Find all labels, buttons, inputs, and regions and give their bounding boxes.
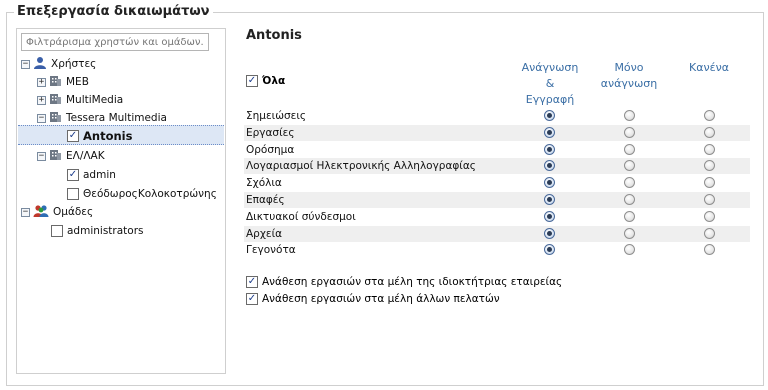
radio-none[interactable] xyxy=(704,210,715,222)
permission-label: Επαφές xyxy=(246,194,285,206)
expand-icon[interactable]: + xyxy=(37,77,46,87)
permission-label: Ορόσημα xyxy=(246,143,295,156)
permission-label: Δικτυακοί σύνδεσμοι xyxy=(246,210,356,223)
permission-row: Δικτυακοί σύνδεσμοι xyxy=(244,209,750,225)
collapse-icon[interactable]: − xyxy=(21,59,30,69)
group-checkbox[interactable] xyxy=(51,225,63,237)
user-label: ΘεόδωροςΚολοκοτρώνης xyxy=(83,188,217,200)
radio-readonly[interactable] xyxy=(624,227,635,239)
radio-none[interactable] xyxy=(704,160,715,172)
tree-node-administrators[interactable]: administrators xyxy=(51,222,143,240)
users-label: Χρήστες xyxy=(51,58,97,70)
user-tree-panel: − Χρήστες + MEB + MultiMedia − Tessera M… xyxy=(16,28,226,374)
org-label: Tessera Multimedia xyxy=(66,112,167,124)
permission-label: Εργασίες xyxy=(246,126,295,139)
radio-none[interactable] xyxy=(704,126,715,138)
radio-readonly[interactable] xyxy=(624,244,635,256)
expand-icon[interactable]: + xyxy=(37,95,46,105)
radio-readwrite[interactable] xyxy=(544,110,555,121)
permission-row: Εργασίες xyxy=(244,124,750,141)
radio-readonly[interactable] xyxy=(624,110,635,121)
radio-readwrite[interactable] xyxy=(544,227,555,239)
permission-row: Λογαριασμοί Ηλεκτρονικής Αλληλογραφίας xyxy=(244,158,750,175)
user-label: admin xyxy=(83,169,116,181)
radio-none[interactable] xyxy=(704,110,715,121)
user-label: Antonis xyxy=(83,129,133,143)
filter-input[interactable] xyxy=(21,33,209,51)
tree-node-groups[interactable]: − Ομάδες xyxy=(21,203,93,221)
collapse-icon[interactable]: − xyxy=(37,113,46,123)
tree-node-admin[interactable]: ✓ admin xyxy=(67,166,116,184)
organization-icon xyxy=(49,148,62,164)
radio-readonly[interactable] xyxy=(624,126,635,138)
groups-label: Ομάδες xyxy=(53,206,94,218)
radio-none[interactable] xyxy=(704,194,715,205)
organization-icon xyxy=(49,74,62,90)
org-label: ΕΛ/ΛΑΚ xyxy=(66,150,105,162)
select-all-row[interactable]: ✓ Όλα xyxy=(246,75,285,87)
tree-node-tessera[interactable]: − Tessera Multimedia xyxy=(37,109,167,127)
permission-row: Σημειώσεις xyxy=(244,108,750,124)
fieldset-legend: Επεξεργασία δικαιωμάτων xyxy=(14,4,213,19)
collapse-icon[interactable]: − xyxy=(21,207,30,217)
selected-user-title: Antonis xyxy=(246,28,302,43)
assign-clients-label: Ανάθεση εργασιών στα μέλη άλλων πελατών xyxy=(262,293,500,305)
user-checkbox[interactable]: ✓ xyxy=(67,169,79,181)
organization-icon xyxy=(49,92,62,108)
permission-label: Αρχεία xyxy=(246,227,283,240)
select-all-label: Όλα xyxy=(262,75,286,87)
radio-readwrite[interactable] xyxy=(544,160,555,172)
permission-label: Λογαριασμοί Ηλεκτρονικής Αλληλογραφίας xyxy=(246,160,476,173)
assign-own-company-label: Ανάθεση εργασιών στα μέλη της ιδιοκτήτρι… xyxy=(262,276,563,288)
permission-row: Σχόλια xyxy=(244,175,750,191)
column-header-readonly: Μόνο ανάγνωση xyxy=(600,61,658,90)
permission-label: Σημειώσεις xyxy=(246,110,307,122)
radio-readwrite[interactable] xyxy=(544,194,555,205)
radio-readonly[interactable] xyxy=(624,160,635,172)
radio-none[interactable] xyxy=(704,244,715,256)
permission-label: Γεγονότα xyxy=(246,244,296,257)
permission-row: Ορόσημα xyxy=(244,142,750,158)
radio-readonly[interactable] xyxy=(624,194,635,205)
group-icon xyxy=(33,204,49,221)
org-label: MEB xyxy=(66,76,89,88)
org-label: MultiMedia xyxy=(66,94,124,106)
group-label: administrators xyxy=(67,225,144,237)
tree-node-users[interactable]: − Χρήστες xyxy=(21,55,96,73)
radio-none[interactable] xyxy=(704,177,715,189)
radio-readonly[interactable] xyxy=(624,210,635,222)
select-all-checkbox[interactable]: ✓ xyxy=(246,75,258,87)
radio-readwrite[interactable] xyxy=(544,177,555,189)
user-checkbox[interactable]: ✓ xyxy=(67,130,79,142)
tree-node-theodoros[interactable]: ΘεόδωροςΚολοκοτρώνης xyxy=(67,185,217,203)
tree-node-antonis[interactable]: ✓ Antonis xyxy=(67,127,132,145)
assign-own-company-checkbox[interactable]: ✓ xyxy=(246,276,258,288)
user-checkbox[interactable] xyxy=(67,188,79,200)
permission-row: Γεγονότα xyxy=(244,242,750,258)
radio-readonly[interactable] xyxy=(624,143,635,155)
assign-clients-row[interactable]: ✓ Ανάθεση εργασιών στα μέλη άλλων πελατώ… xyxy=(246,293,500,305)
assign-own-company-row[interactable]: ✓ Ανάθεση εργασιών στα μέλη της ιδιοκτήτ… xyxy=(246,276,562,288)
radio-readonly[interactable] xyxy=(624,177,635,189)
tree-node-multimedia[interactable]: + MultiMedia xyxy=(37,91,123,109)
tree-node-meb[interactable]: + MEB xyxy=(37,73,89,91)
user-icon xyxy=(33,56,47,73)
assign-clients-checkbox[interactable]: ✓ xyxy=(246,293,258,305)
column-header-none: Κανένα xyxy=(689,61,729,74)
radio-readwrite[interactable] xyxy=(544,126,555,138)
radio-readwrite[interactable] xyxy=(544,244,555,256)
permission-row: Επαφές xyxy=(244,192,750,208)
permission-label: Σχόλια xyxy=(246,177,282,190)
radio-readwrite[interactable] xyxy=(544,210,555,222)
tree-node-ellak[interactable]: − ΕΛ/ΛΑΚ xyxy=(37,147,105,165)
permission-row: Αρχεία xyxy=(244,225,750,242)
radio-none[interactable] xyxy=(704,143,715,155)
radio-readwrite[interactable] xyxy=(544,143,555,155)
organization-icon xyxy=(49,110,62,126)
column-header-readwrite: Ανάγνωση & Εγγραφή xyxy=(521,61,579,106)
collapse-icon[interactable]: − xyxy=(37,151,46,161)
radio-none[interactable] xyxy=(704,227,715,239)
